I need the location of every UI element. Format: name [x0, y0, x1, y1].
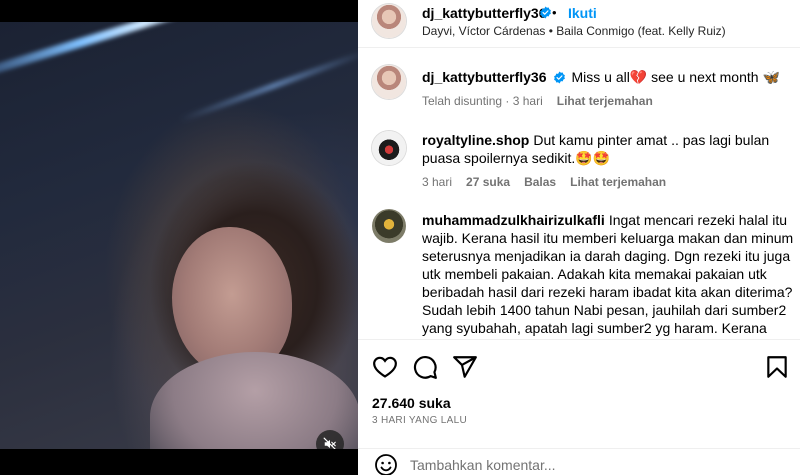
author-username[interactable]: dj_kattybutterfly36 [422, 5, 546, 21]
comment-text: Ingat mencari rezeki halal itu wajib. Ke… [422, 212, 794, 339]
reel-video[interactable] [0, 22, 358, 449]
comment-translate-link[interactable]: Lihat terjemahan [570, 175, 666, 189]
emoji-icon[interactable] [374, 453, 398, 475]
follow-button[interactable]: Ikuti [568, 5, 597, 21]
caption-edited-time: Telah disunting · 3 hari [422, 94, 543, 108]
verified-badge-icon [540, 6, 551, 19]
header-separator: • [552, 5, 557, 20]
comment-meta: 3 hari 27 suka Balas Lihat terjemahan [422, 175, 680, 189]
comment-input[interactable] [410, 455, 780, 475]
commenter-avatar[interactable] [372, 131, 406, 165]
caption-text: Miss u all💔 see u next month 🦋 [571, 69, 780, 85]
add-comment-bar [358, 448, 800, 475]
post-date[interactable]: 3 HARI YANG LALU [372, 415, 467, 426]
audio-track-link[interactable]: Dayvi, Víctor Cárdenas • Baila Conmigo (… [422, 24, 726, 38]
author-avatar[interactable] [372, 4, 406, 38]
like-count[interactable]: 27.640 suka [372, 395, 451, 411]
commenter-avatar[interactable] [372, 209, 406, 243]
comments-list[interactable]: dj_kattybutterfly36 Miss u all💔 see u nex… [358, 49, 800, 339]
stage-light-beam-secondary [178, 48, 358, 123]
comment-body: royaltyline.shop Dut kamu pinter amat .. … [422, 131, 794, 167]
media-pane [0, 0, 358, 475]
heart-icon[interactable] [372, 354, 398, 380]
caption-body: dj_kattybutterfly36 Miss u all💔 see u nex… [422, 68, 794, 86]
bookmark-icon[interactable] [764, 354, 790, 380]
comment-reply-button[interactable]: Balas [524, 175, 556, 189]
comment-body: muhammadzulkhairizulkafli Ingat mencari r… [422, 211, 794, 339]
post-side-panel: dj_kattybutterfly36 • Ikuti Dayvi, Vícto… [358, 0, 800, 475]
verified-badge-icon [554, 71, 566, 84]
post-actions: 27.640 suka 3 HARI YANG LALU [358, 339, 800, 439]
commenter-username[interactable]: muhammadzulkhairizulkafli [422, 212, 605, 228]
share-icon[interactable] [452, 354, 478, 380]
caption-author-avatar[interactable] [372, 65, 406, 99]
caption-author-username[interactable]: dj_kattybutterfly36 [422, 69, 546, 85]
comment-time: 3 hari [422, 175, 453, 189]
muted-speaker-icon [323, 437, 336, 449]
caption-translate-link[interactable]: Lihat terjemahan [557, 94, 653, 108]
commenter-username[interactable]: royaltyline.shop [422, 132, 529, 148]
comment-icon[interactable] [412, 354, 438, 380]
post-header: dj_kattybutterfly36 • Ikuti Dayvi, Vícto… [358, 0, 800, 48]
stage-light-beam [0, 22, 287, 81]
caption-meta: Telah disunting · 3 hari Lihat terjemahan [422, 94, 667, 108]
comment-like-count[interactable]: 27 suka [466, 175, 510, 189]
